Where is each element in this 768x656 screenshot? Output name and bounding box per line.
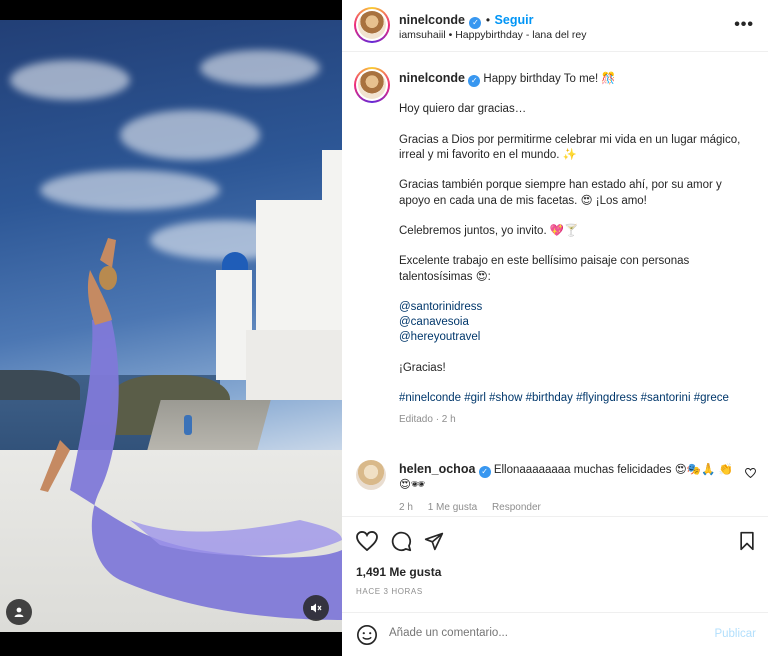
separator-dot: • xyxy=(485,13,491,27)
verified-badge-icon: ✓ xyxy=(478,466,491,478)
publish-button[interactable]: Publicar xyxy=(714,628,756,640)
comment-composer: Publicar xyxy=(342,612,768,656)
mention-link[interactable]: @santorinidress xyxy=(399,300,751,315)
author-username[interactable]: ninelconde xyxy=(399,13,465,27)
comment-button[interactable] xyxy=(389,529,413,553)
follow-button[interactable]: Seguir xyxy=(495,13,534,27)
post-date: HACE 3 HORAS xyxy=(356,587,423,596)
caption-paragraph: Celebremos juntos, yo invito. 💖🍸 xyxy=(399,224,579,237)
video-frame[interactable] xyxy=(0,20,342,632)
caption-paragraph: Gracias también porque siempre han estad… xyxy=(399,179,722,207)
caption-text: ninelconde ✓ Happy birthday To me! 🎊 Hoy… xyxy=(399,71,751,428)
like-comment-button[interactable] xyxy=(744,467,757,481)
save-button[interactable] xyxy=(735,529,759,553)
mentions-list: @santorinidress @canavesoia @hereyoutrav… xyxy=(399,300,751,346)
video-scene xyxy=(0,20,342,632)
comment-bubble-icon xyxy=(391,531,411,551)
author-avatar[interactable] xyxy=(354,7,390,43)
caption-author-avatar[interactable] xyxy=(354,67,390,103)
heart-icon xyxy=(744,467,757,479)
post-actions: 1,491 Me gusta HACE 3 HORAS xyxy=(342,516,768,612)
verified-badge-icon: ✓ xyxy=(469,17,482,29)
share-button[interactable] xyxy=(422,529,446,553)
dancer-figure xyxy=(40,238,342,620)
like-button[interactable] xyxy=(355,529,379,553)
mute-button[interactable] xyxy=(303,595,329,621)
user-icon xyxy=(14,607,24,617)
comment-meta: 2 h 1 Me gusta Responder xyxy=(399,502,541,513)
heart-icon xyxy=(356,531,378,551)
hashtags[interactable]: #ninelconde #girl #show #birthday #flyin… xyxy=(399,391,751,406)
emoji-button[interactable] xyxy=(356,624,378,651)
comment-likes[interactable]: 1 Me gusta xyxy=(428,502,477,513)
post-details-panel: ninelconde ✓ • Seguir iamsuhaiil • Happy… xyxy=(342,0,768,656)
tagged-users-button[interactable] xyxy=(6,599,32,625)
caption-thanks: ¡Gracias! xyxy=(399,361,446,374)
post-media[interactable] xyxy=(0,0,342,656)
mention-link[interactable]: @canavesoia xyxy=(399,315,751,330)
comments-scroll-area[interactable]: ninelconde ✓ Happy birthday To me! 🎊 Hoy… xyxy=(342,53,768,515)
bystander xyxy=(184,415,192,435)
likes-count[interactable]: 1,491 Me gusta xyxy=(356,565,441,579)
mention-link[interactable]: @hereyoutravel xyxy=(399,330,751,345)
comment-time: 2 h xyxy=(399,502,413,513)
caption-paragraph: Hoy quiero dar gracias… xyxy=(399,103,527,116)
more-icon: ••• xyxy=(734,16,754,33)
audio-track[interactable]: iamsuhaiil • Happybirthday - lana del re… xyxy=(399,29,587,41)
comment-input[interactable] xyxy=(389,627,689,639)
caption-username[interactable]: ninelconde xyxy=(399,71,465,85)
caption-first-line: Happy birthday To me! 🎊 xyxy=(483,73,616,85)
more-options-button[interactable]: ••• xyxy=(734,16,754,34)
commenter-avatar[interactable] xyxy=(356,460,386,490)
reply-button[interactable]: Responder xyxy=(492,502,541,513)
bookmark-icon xyxy=(740,531,754,551)
verified-badge-icon: ✓ xyxy=(468,75,481,87)
smiley-icon xyxy=(357,625,377,645)
edited-timestamp: Editado · 2 h xyxy=(399,414,456,426)
paper-plane-icon xyxy=(424,532,444,551)
commenter-username[interactable]: helen_ochoa xyxy=(399,462,475,476)
muted-speaker-icon xyxy=(311,603,322,613)
post-header: ninelconde ✓ • Seguir iamsuhaiil • Happy… xyxy=(342,0,768,52)
caption-paragraph: Excelente trabajo en este bellísimo pais… xyxy=(399,255,690,283)
caption-paragraph: Gracias a Dios por permitirme celebrar m… xyxy=(399,133,741,161)
